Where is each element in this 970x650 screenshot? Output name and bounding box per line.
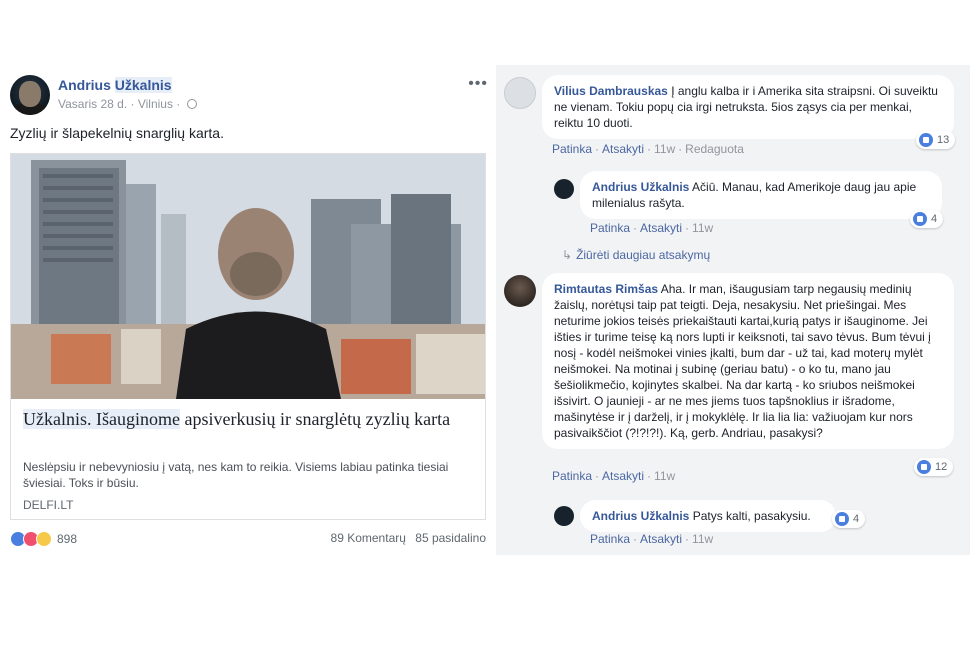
reply-like-count[interactable]: 4 (910, 210, 944, 228)
comment-actions: Patinka · Atsakyti · 11w · Redaguota (552, 142, 744, 156)
comments-count[interactable]: 89 Komentarų (331, 531, 406, 545)
author-avatar-small[interactable] (554, 506, 574, 526)
post-date[interactable]: Vasaris 28 d. (58, 97, 127, 111)
reply-link[interactable]: Atsakyti (640, 221, 682, 235)
post-author-name[interactable]: Andrius Užkalnis (58, 77, 172, 93)
post-meta: Vasaris 28 d. · Vilnius · (58, 97, 197, 111)
post-text: Zyzlių ir šlapekelnių snarglių karta. (10, 125, 224, 141)
commenter-avatar[interactable] (504, 275, 536, 307)
author-avatar[interactable] (10, 75, 50, 115)
comment-time[interactable]: 11w (654, 469, 675, 483)
comments-shares: 89 Komentarų 85 pasidalino (325, 531, 486, 545)
like-count-value: 12 (935, 461, 948, 473)
author-first-name: Andrius (58, 77, 111, 93)
more-replies-label: Žiūrėti daugiau atsakymų (576, 248, 711, 262)
edited-label[interactable]: Redaguota (685, 142, 744, 156)
comment-time[interactable]: 11w (692, 532, 713, 546)
reply-actions: Patinka · Atsakyti · 11w (590, 221, 714, 235)
reaction-count: 898 (57, 532, 78, 546)
like-icon (913, 212, 927, 226)
like-icon (835, 512, 849, 526)
comment-like-count[interactable]: 12 (914, 458, 954, 476)
globe-icon (186, 99, 197, 109)
commenter-name[interactable]: Andrius Užkalnis (592, 509, 689, 523)
author-last-name: Užkalnis (114, 77, 172, 93)
reply-bubble: Andrius Užkalnis Ačiū. Manau, kad Amerik… (580, 171, 942, 219)
reactions-summary[interactable]: 898 (10, 531, 77, 547)
link-preview-card[interactable]: Užkalnis. Išauginome apsiverkusių ir sna… (10, 153, 486, 520)
comment-bubble: Rimtautas Rimšas Aha. Ir man, išaugusiam… (542, 273, 954, 449)
link-domain: DELFI.LT (23, 498, 74, 512)
commenter-name[interactable]: Rimtautas Rimšas (554, 282, 658, 296)
comment-time[interactable]: 11w (654, 142, 675, 156)
link-title-part2: apsiverkusių ir snarglėtų zyzlių karta (179, 409, 451, 429)
city-photo (11, 154, 485, 399)
reply-link[interactable]: Atsakyti (640, 532, 682, 546)
more-options-icon[interactable]: ••• (468, 75, 488, 93)
facebook-post: Andrius Užkalnis Vasaris 28 d. · Vilnius… (0, 65, 496, 555)
commenter-name[interactable]: Andrius Užkalnis (592, 180, 689, 194)
like-icon (917, 460, 931, 474)
link-description: Neslėpsiu ir nebevyniosiu į vatą, nes ka… (23, 460, 449, 490)
comment-text: Patys kalti, pasakysiu. (692, 509, 811, 523)
comment-bubble: Vilius Dambrauskas Į anglu kalba ir i Am… (542, 75, 954, 139)
comment-text: Aha. Ir man, išaugusiam tarp negausių me… (554, 282, 931, 440)
link-title-part1: Užkalnis. Išauginome (23, 409, 180, 429)
like-count-value: 13 (937, 134, 950, 146)
commenter-name[interactable]: Vilius Dambrauskas (554, 84, 668, 98)
like-link[interactable]: Patinka (552, 142, 592, 156)
like-count-value: 4 (931, 213, 938, 225)
reply-actions: Patinka · Atsakyti · 11w (590, 532, 714, 546)
like-icon (919, 133, 933, 147)
link-title[interactable]: Užkalnis. Išauginome apsiverkusių ir sna… (23, 408, 473, 430)
default-avatar-icon[interactable] (504, 77, 536, 109)
comment-like-count[interactable]: 13 (916, 131, 956, 149)
like-link[interactable]: Patinka (552, 469, 592, 483)
reply-link[interactable]: Atsakyti (602, 469, 644, 483)
reply-link[interactable]: Atsakyti (602, 142, 644, 156)
comments-panel: Vilius Dambrauskas Į anglu kalba ir i Am… (496, 65, 970, 555)
reply-bubble: Andrius Užkalnis Patys kalti, pasakysiu. (580, 500, 836, 532)
like-link[interactable]: Patinka (590, 532, 630, 546)
shares-count[interactable]: 85 pasidalino (415, 531, 486, 545)
reply-arrow-icon: ↳ (562, 248, 573, 262)
post-location[interactable]: Vilnius (138, 97, 173, 111)
view-more-replies[interactable]: ↳ Žiūrėti daugiau atsakymų (562, 248, 710, 262)
link-preview-image[interactable] (11, 154, 485, 399)
comment-actions: Patinka · Atsakyti · 11w (552, 469, 676, 483)
haha-reaction-icon (36, 531, 52, 547)
comment-time[interactable]: 11w (692, 221, 713, 235)
author-avatar-small[interactable] (554, 179, 574, 199)
like-link[interactable]: Patinka (590, 221, 630, 235)
like-count-value: 4 (853, 513, 860, 525)
reply-like-count[interactable]: 4 (832, 510, 866, 528)
